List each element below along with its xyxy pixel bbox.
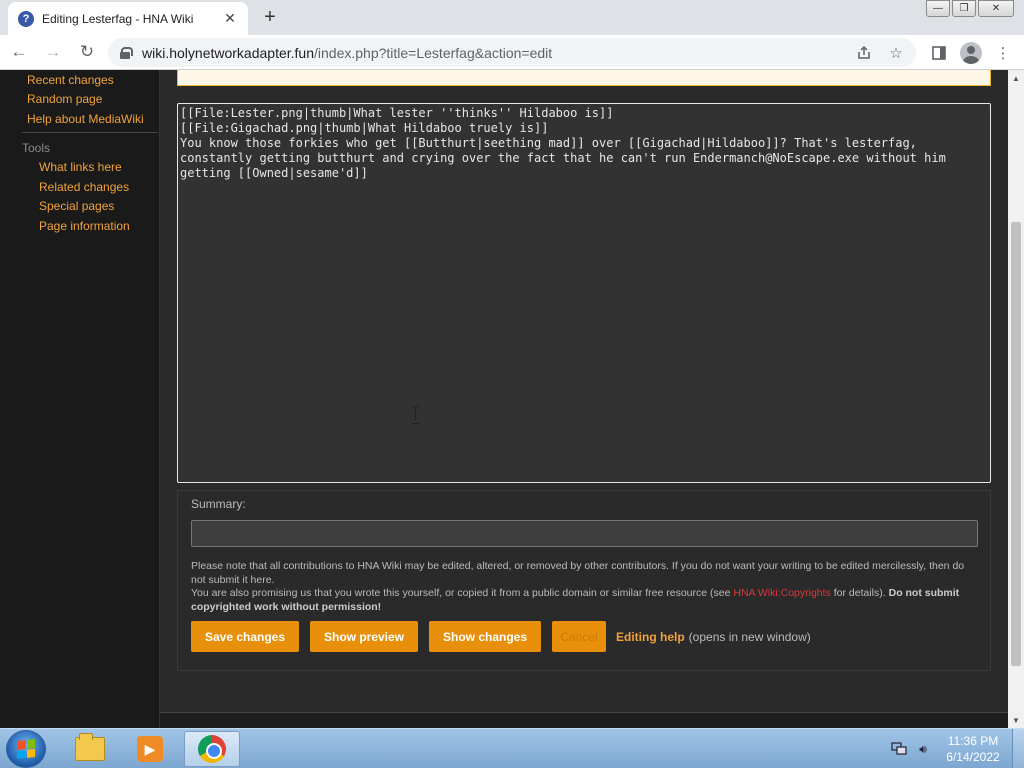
edit-options-panel: Summary: Please note that all contributi… [177, 490, 991, 671]
url-text: wiki.holynetworkadapter.fun/index.php?ti… [142, 45, 552, 61]
address-bar[interactable]: wiki.holynetworkadapter.fun/index.php?ti… [108, 38, 916, 67]
tab-close-icon[interactable]: ✕ [222, 10, 238, 27]
clock-time: 11:36 PM [947, 734, 999, 748]
reload-button[interactable]: ↻ [72, 37, 102, 67]
page-scrollbar[interactable]: ▲ ▼ [1008, 70, 1024, 728]
content-footer [160, 712, 1008, 728]
edit-notice-box [177, 70, 991, 86]
back-button[interactable]: ← [4, 37, 34, 67]
wikitext-editor[interactable]: [[File:Lester.png|thumb|What lester ''th… [177, 103, 991, 483]
new-tab-button[interactable]: + [258, 5, 282, 29]
browser-tab[interactable]: ? Editing Lesterfag - HNA Wiki ✕ [8, 2, 248, 35]
sidebar-item-help[interactable]: Help about MediaWiki [27, 112, 144, 126]
wiki-sidebar: Recent changes Random page Help about Me… [0, 70, 160, 728]
sidebar-item-related-changes[interactable]: Related changes [39, 180, 129, 194]
omnibox-actions: ☆ [842, 43, 906, 63]
tab-title: Editing Lesterfag - HNA Wiki [42, 11, 194, 26]
windows-logo-icon [17, 739, 35, 759]
window-controls: — ❐ ✕ [924, 0, 1014, 17]
forward-button[interactable]: → [38, 37, 68, 67]
lock-icon[interactable] [120, 46, 133, 59]
network-icon[interactable] [890, 740, 908, 758]
browser-toolbar: ← → ↻ wiki.holynetworkadapter.fun/index.… [0, 35, 1024, 70]
tab-strip: ? Editing Lesterfag - HNA Wiki ✕ + — ❐ ✕ [0, 0, 1024, 35]
side-panel-icon[interactable] [926, 40, 952, 66]
system-tray: 🔊︎ [890, 740, 938, 758]
copyright-notice: Please note that all contributions to HN… [191, 560, 981, 615]
text-cursor-icon [412, 406, 420, 424]
share-icon[interactable] [854, 43, 874, 63]
chrome-icon [198, 735, 226, 763]
start-button[interactable] [6, 730, 46, 768]
license-promise-end: for details). [830, 587, 889, 600]
avatar [960, 42, 982, 64]
contribution-notice: Please note that all contributions to HN… [191, 560, 965, 586]
sidebar-item-recent-changes[interactable]: Recent changes [27, 73, 114, 87]
cancel-button[interactable]: Cancel [552, 621, 606, 652]
show-desktop-button[interactable] [1012, 729, 1024, 768]
sidebar-item-what-links-here[interactable]: What links here [39, 160, 122, 174]
maximize-button[interactable]: ❐ [952, 0, 976, 17]
bookmark-star-icon[interactable]: ☆ [886, 43, 906, 63]
menu-kebab-icon[interactable]: ⋮ [990, 40, 1016, 66]
minimize-button[interactable]: — [926, 0, 950, 17]
editing-help-link[interactable]: Editing help [616, 630, 685, 644]
url-host: wiki.holynetworkadapter.fun [142, 44, 314, 61]
media-player-icon: ▶ [137, 736, 163, 762]
site-favicon-icon: ? [18, 10, 34, 27]
license-promise: You are also promising us that you wrote… [191, 587, 734, 600]
window-close-button[interactable]: ✕ [978, 0, 1014, 17]
edit-buttons: Save changes Show preview Show changes C… [191, 621, 811, 652]
taskbar-chrome[interactable] [184, 731, 240, 767]
show-preview-button[interactable]: Show preview [310, 621, 418, 652]
sidebar-tools-heading: Tools [22, 141, 51, 155]
windows-taskbar: ▶ 🔊︎ 11:36 PM 6/14/2022 [0, 728, 1024, 768]
edit-content: [[File:Lester.png|thumb|What lester ''th… [160, 70, 1008, 712]
save-button[interactable]: Save changes [191, 621, 299, 652]
sidebar-item-random-page[interactable]: Random page [27, 92, 102, 106]
taskbar-media-player[interactable]: ▶ [122, 731, 178, 767]
taskbar-clock[interactable]: 11:36 PM 6/14/2022 [938, 733, 1008, 765]
scroll-down-icon[interactable]: ▼ [1008, 712, 1024, 728]
folder-icon [75, 733, 105, 761]
toolbar-right: ⋮ [920, 40, 1016, 66]
sidebar-item-special-pages[interactable]: Special pages [39, 199, 114, 213]
sidebar-item-page-information[interactable]: Page information [39, 219, 130, 233]
volume-icon[interactable]: 🔊︎ [914, 740, 932, 758]
clock-date: 6/14/2022 [946, 750, 1000, 764]
page-viewport: Recent changes Random page Help about Me… [0, 70, 1008, 728]
taskbar-explorer[interactable] [62, 731, 118, 767]
editing-help-note: (opens in new window) [688, 629, 811, 644]
scroll-up-icon[interactable]: ▲ [1008, 70, 1024, 86]
scrollbar-thumb[interactable] [1011, 222, 1021, 666]
show-changes-button[interactable]: Show changes [429, 621, 541, 652]
copyrights-link[interactable]: HNA Wiki:Copyrights [733, 587, 830, 599]
url-path: /index.php?title=Lesterfag&action=edit [314, 44, 553, 61]
summary-label: Summary: [191, 497, 246, 511]
summary-input[interactable] [191, 520, 978, 547]
profile-avatar-icon[interactable] [958, 40, 984, 66]
sidebar-divider [22, 132, 158, 133]
